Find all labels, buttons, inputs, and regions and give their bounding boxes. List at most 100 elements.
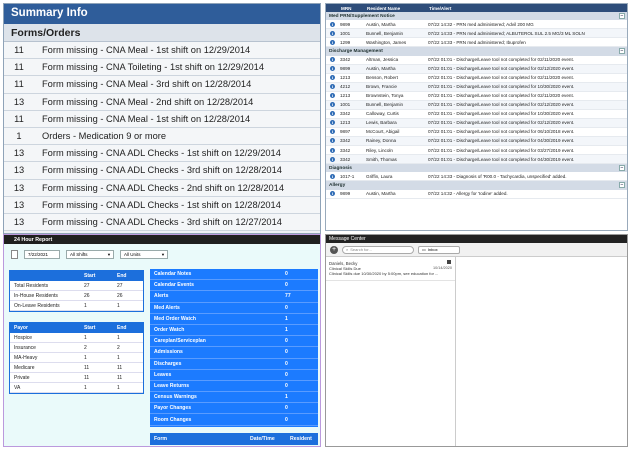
info-icon[interactable]: i	[330, 173, 335, 179]
time-alert-column[interactable]: Time/Alert	[429, 6, 627, 11]
notice-row[interactable]: i 4212 Brown, Francie 07/22 01:01 - Dischar…	[326, 82, 627, 92]
collapse-icon[interactable]: −	[619, 165, 625, 172]
summary-text: Form missing - CNA ADL Checks - 1st shif…	[42, 199, 281, 210]
summary-row[interactable]: 13 Form missing - CNA Meal - 2nd shift on…	[4, 93, 320, 111]
event-row[interactable]: Leave Returns 0	[150, 381, 318, 393]
date-field[interactable]: 7/22/2021	[24, 249, 60, 259]
event-row[interactable]: Discharges 0	[150, 359, 318, 370]
notice-row[interactable]: i 1001 Bunnell, Benjamin 07/22 01:01 - Disc…	[326, 100, 627, 110]
event-count: 0	[285, 371, 288, 378]
notice-row[interactable]: i 9899 Austin, Martha 07/22 14:32 - PRN med…	[326, 20, 627, 30]
info-icon[interactable]: i	[330, 57, 335, 63]
notice-row[interactable]: i 3342 Smith, Thomas 07/22 01:01 - Discharg…	[326, 155, 627, 165]
info-icon[interactable]: i	[330, 39, 335, 45]
event-row[interactable]: Payor Changes 0	[150, 403, 318, 415]
event-row[interactable]: Calendar Notes 0	[150, 269, 318, 281]
form-column[interactable]: Form	[150, 436, 250, 442]
resident-name-column[interactable]: Resident Name	[367, 6, 429, 11]
mrn-column[interactable]: MRN	[341, 6, 367, 11]
collapse-icon[interactable]: −	[619, 13, 625, 20]
info-icon[interactable]: i	[330, 75, 335, 81]
notice-row[interactable]: i 1213 Lewis, Barbara 07/22 01:01 - Dischar…	[326, 118, 627, 128]
info-icon[interactable]: i	[330, 191, 335, 197]
summary-row[interactable]: 1 Orders - Medication 9 or more	[4, 127, 320, 146]
event-row[interactable]: Leaves 0	[150, 370, 318, 381]
message-search-input[interactable]: ⌕ Search for...	[342, 245, 414, 254]
info-icon[interactable]: i	[330, 84, 335, 90]
event-row[interactable]: Careplan/Serviceplan 0	[150, 336, 318, 348]
event-label: Payor Changes	[154, 405, 192, 412]
info-icon[interactable]: i	[330, 111, 335, 117]
summary-row[interactable]: 13 Form missing - CNA ADL Checks - 1st sh…	[4, 145, 320, 163]
notice-row[interactable]: i 1213 Benson, Robert 07/22 01:01 - Dischar…	[326, 74, 627, 83]
collapse-icon[interactable]: −	[619, 48, 625, 55]
event-row[interactable]: Order Watch 1	[150, 325, 318, 337]
info-icon[interactable]: i	[330, 156, 335, 162]
notice-section-header[interactable]: Med PRN/Supplement Notice −	[326, 12, 627, 21]
mrn: 1001	[340, 30, 351, 36]
info-icon[interactable]: i	[330, 93, 335, 99]
new-message-button[interactable]: +	[330, 245, 338, 254]
event-row[interactable]: Room Changes 0	[150, 414, 318, 426]
summary-row[interactable]: 13 Form missing - CNA ADL Checks - 1st sh…	[4, 196, 320, 214]
summary-text: Orders - Medication 9 or more	[42, 131, 167, 142]
date-time-column[interactable]: Date/Time	[250, 436, 290, 442]
table-cell: 1	[117, 334, 120, 341]
notice-row[interactable]: i 3342 Calloway, Curtis 07/22 01:01 - Disch…	[326, 110, 627, 119]
info-icon[interactable]: i	[330, 120, 335, 126]
summary-row[interactable]: 11 Form missing - CNA Meal - 1st shift on…	[4, 42, 320, 60]
resident-name: Rainey, Donna	[366, 138, 397, 144]
notice-section-header[interactable]: Diagnosis −	[326, 164, 627, 173]
table-cell: 11	[117, 374, 123, 381]
notice-row[interactable]: i 1001 Bunnell, Benjamin 07/22 14:33 - PRN …	[326, 29, 627, 39]
shift-select[interactable]: All Shifts ▼	[66, 249, 114, 259]
message-item[interactable]: Daniels, Becky Clinical Skills Due Clinica…	[326, 257, 455, 281]
message-center-title: Message Center	[326, 235, 627, 243]
mrn: 1213	[340, 120, 351, 126]
summary-row[interactable]: 13 Form missing - CNA ADL Checks - 3rd sh…	[4, 162, 320, 180]
summary-count: 11	[14, 113, 24, 124]
folder-select[interactable]: ▭ Inbox	[418, 245, 460, 254]
info-icon[interactable]: i	[330, 30, 335, 36]
mrn: 9899	[340, 66, 351, 72]
info-icon[interactable]: i	[330, 66, 335, 72]
notice-row[interactable]: i 1017-1 Griffin, Laura 07/22 14:33 - Diagn…	[326, 172, 627, 182]
summary-row[interactable]: 11 Form missing - CNA Meal - 3rd shift on…	[4, 76, 320, 94]
summary-row[interactable]: 11 Form missing - CNA Meal - 1st shift on…	[4, 110, 320, 128]
event-count: 1	[285, 315, 288, 322]
event-row[interactable]: Calendar Events 0	[150, 280, 318, 292]
notice-row[interactable]: i 9897 McCourt, Abigail 07/22 01:01 - Disch…	[326, 128, 627, 137]
alert-text: 07/22 01:01 - Discharge/Leave tool not c…	[428, 111, 575, 117]
info-icon[interactable]: i	[330, 129, 335, 135]
info-icon[interactable]: i	[330, 147, 335, 153]
alert-text: 07/22 01:01 - Discharge/Leave tool not c…	[428, 147, 575, 153]
resident-column[interactable]: Resident	[290, 436, 312, 442]
info-icon[interactable]: i	[330, 21, 335, 27]
notice-row[interactable]: i 9899 Austin, Martha 07/22 14:32 - Allergy…	[326, 190, 627, 199]
event-row[interactable]: Alerts 77	[150, 291, 318, 303]
summary-row[interactable]: 13 Form missing - CNA ADL Checks - 2nd sh…	[4, 179, 320, 197]
notice-row[interactable]: i 1213 Brownstein, Tonya 07/22 01:01 - Disc…	[326, 92, 627, 101]
event-row[interactable]: Admissions 0	[150, 347, 318, 359]
info-icon[interactable]: i	[330, 102, 335, 108]
summary-row[interactable]: 11 Form missing - CNA Toileting - 1st shi…	[4, 59, 320, 77]
notice-row[interactable]: i 3342 Altman, Jessica 07/22 01:01 - Discha…	[326, 56, 627, 65]
notice-section-header[interactable]: Allergy −	[326, 181, 627, 190]
event-row[interactable]: Census Warnings 1	[150, 392, 318, 404]
calendar-icon[interactable]	[11, 249, 18, 259]
info-icon[interactable]: i	[330, 138, 335, 144]
event-row[interactable]: Med Alerts 0	[150, 303, 318, 314]
event-row[interactable]: Med Order Watch 1	[150, 314, 318, 325]
notice-row[interactable]: i 9899 Austin, Martha 07/22 01:01 - Dischar…	[326, 64, 627, 74]
collapse-icon[interactable]: −	[619, 182, 625, 189]
alert-text: 07/22 01:01 - Discharge/Leave tool not c…	[428, 66, 575, 72]
table-cell: 1	[117, 354, 120, 361]
unit-select[interactable]: All Units ▼	[120, 249, 168, 259]
notice-row[interactable]: i 3342 Rainey, Donna 07/22 01:01 - Discharg…	[326, 136, 627, 146]
notice-row[interactable]: i 1299 Washington, James 07/22 14:33 - PRN …	[326, 38, 627, 48]
message-date: 10/14/2020	[432, 266, 452, 270]
report-title: 24 Hour Report	[4, 235, 320, 244]
notice-section-header[interactable]: Discharge Management −	[326, 47, 627, 56]
notice-row[interactable]: i 3342 Riley, Lincoln 07/22 01:01 - Dischar…	[326, 146, 627, 156]
summary-row[interactable]: 13 Form missing - CNA ADL Checks - 3rd sh…	[4, 213, 320, 232]
